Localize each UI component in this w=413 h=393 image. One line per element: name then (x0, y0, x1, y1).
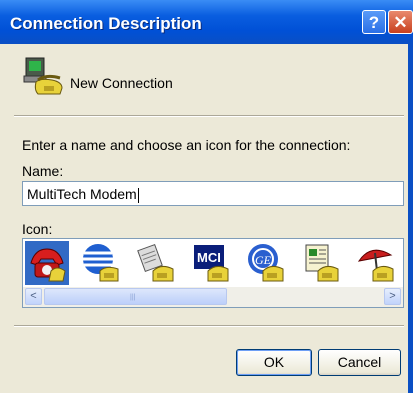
name-label: Name: (22, 163, 64, 179)
horizontal-scrollbar[interactable]: < ||| > (23, 287, 403, 307)
text-caret (137, 187, 139, 203)
ge-phone-icon[interactable]: GE (245, 241, 289, 285)
title-bar[interactable]: Connection Description ? ✕ (0, 0, 413, 44)
red-phone-icon[interactable] (25, 241, 69, 285)
separator (14, 115, 404, 117)
help-button[interactable]: ? (362, 10, 386, 34)
window-title: Connection Description (10, 14, 202, 33)
scroll-thumb[interactable]: ||| (44, 288, 227, 305)
ok-button[interactable]: OK (236, 349, 312, 376)
umbrella-phone-icon[interactable] (355, 241, 399, 285)
icon-label: Icon: (22, 221, 53, 237)
document-phone-icon[interactable] (300, 241, 344, 285)
mci-phone-icon[interactable]: MCI (190, 241, 234, 285)
globe-phone-icon[interactable] (80, 241, 124, 285)
separator (14, 325, 404, 327)
icon-list[interactable]: MCI GE < ||| > (22, 238, 404, 308)
close-button[interactable]: ✕ (388, 10, 413, 34)
scroll-right-button[interactable]: > (384, 288, 401, 305)
grip-icon: ||| (130, 294, 136, 301)
cancel-button[interactable]: Cancel (318, 349, 401, 376)
svg-text:GE: GE (255, 253, 272, 267)
fax-phone-icon[interactable] (135, 241, 179, 285)
connection-name: New Connection (70, 75, 173, 91)
connection-description-dialog: Connection Description ? ✕ New Connectio… (0, 0, 413, 393)
phone-modem-icon (23, 57, 63, 95)
svg-text:MCI: MCI (197, 250, 221, 265)
name-input[interactable]: MultiTech Modem (22, 181, 404, 206)
name-input-value: MultiTech Modem (27, 186, 137, 202)
instruction-text: Enter a name and choose an icon for the … (22, 137, 351, 153)
scroll-left-button[interactable]: < (25, 288, 42, 305)
window-frame (408, 44, 413, 393)
